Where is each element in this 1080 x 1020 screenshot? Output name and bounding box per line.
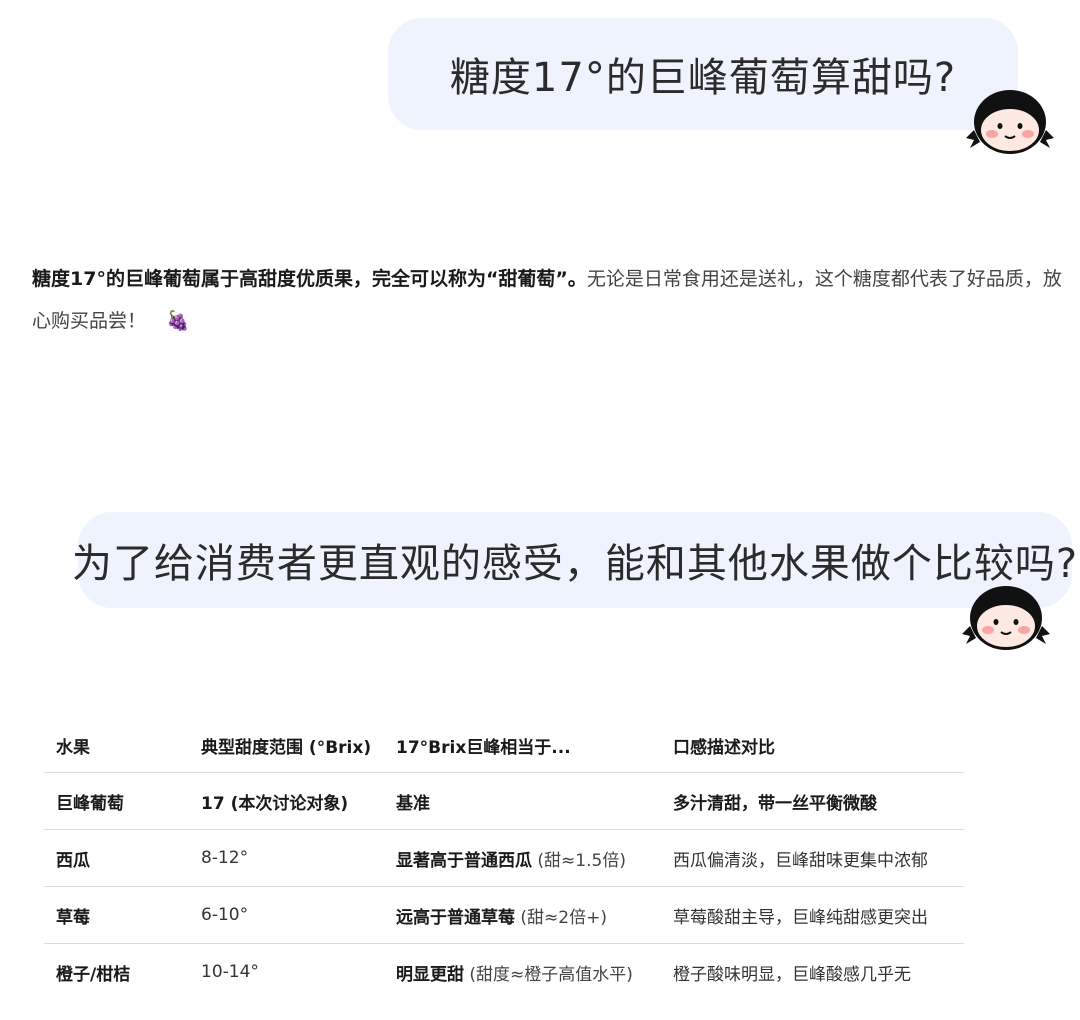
cell-equiv-bold: 基准 [396, 793, 430, 814]
table-row: 西瓜 8-12° 显著高于普通西瓜 (甜≈1.5倍) 西瓜偏清淡，巨峰甜味更集中… [44, 829, 964, 887]
cell-fruit: 巨峰葡萄 [44, 772, 189, 830]
cell-fruit: 橙子/柑桔 [44, 943, 189, 1000]
header-desc: 口感描述对比 [673, 737, 775, 758]
cell-range: 8-12° [189, 829, 384, 887]
cell-equiv-bold: 明显更甜 [396, 964, 464, 985]
cell-equiv-bold: 远高于普通草莓 [396, 907, 515, 928]
cell-range: 17 (本次讨论对象) [189, 772, 384, 830]
cell-desc: 多汁清甜，带一丝平衡微酸 [661, 772, 964, 830]
assistant-answer: 糖度17°的巨峰葡萄属于高甜度优质果，完全可以称为“甜葡萄”。无论是日常食用还是… [32, 258, 1062, 342]
table-header-row: 水果 典型甜度范围 (°Brix) 17°Brix巨峰相当于... 口感描述对比 [44, 718, 964, 773]
cell-desc: 西瓜偏清淡，巨峰甜味更集中浓郁 [661, 829, 964, 887]
cell-equiv-note: (甜≈2倍+) [515, 907, 607, 928]
fruit-comparison-table: 水果 典型甜度范围 (°Brix) 17°Brix巨峰相当于... 口感描述对比… [44, 718, 964, 1000]
user-message-bubble-2: 为了给消费者更直观的感受，能和其他水果做个比较吗? [72, 512, 1077, 608]
table-row: 橙子/柑桔 10-14° 明显更甜 (甜度≈橙子高值水平) 橙子酸味明显，巨峰酸… [44, 943, 964, 1000]
user-message-text-2: 为了给消费者更直观的感受，能和其他水果做个比较吗? [71, 541, 1079, 587]
cell-fruit: 草莓 [44, 886, 189, 944]
cell-equiv: 基准 [384, 772, 661, 830]
header-range: 典型甜度范围 (°Brix) [201, 737, 372, 758]
header-fruit: 水果 [56, 737, 90, 758]
cell-desc: 橙子酸味明显，巨峰酸感几乎无 [661, 943, 964, 1000]
user-avatar-icon [962, 586, 1050, 650]
user-message-bubble-1: 糖度17°的巨峰葡萄算甜吗? [388, 18, 1018, 130]
cell-desc: 草莓酸甜主导，巨峰纯甜感更突出 [661, 886, 964, 944]
cell-equiv: 远高于普通草莓 (甜≈2倍+) [384, 886, 661, 944]
cell-equiv-bold: 显著高于普通西瓜 [396, 850, 532, 871]
cell-range: 6-10° [189, 886, 384, 944]
cell-equiv: 显著高于普通西瓜 (甜≈1.5倍) [384, 829, 661, 887]
cell-fruit: 西瓜 [44, 829, 189, 887]
answer-bold-text: 糖度17°的巨峰葡萄属于高甜度优质果，完全可以称为“甜葡萄”。 [32, 268, 587, 290]
grape-emoji-icon: 🍇 [166, 310, 190, 332]
cell-range: 10-14° [189, 943, 384, 1000]
header-equiv: 17°Brix巨峰相当于... [396, 737, 571, 758]
user-avatar-icon [966, 90, 1054, 154]
cell-equiv-note: (甜≈1.5倍) [532, 850, 626, 871]
user-message-text-1: 糖度17°的巨峰葡萄算甜吗? [449, 55, 957, 101]
cell-equiv: 明显更甜 (甜度≈橙子高值水平) [384, 943, 661, 1000]
table-row: 巨峰葡萄 17 (本次讨论对象) 基准 多汁清甜，带一丝平衡微酸 [44, 772, 964, 830]
cell-equiv-note: (甜度≈橙子高值水平) [464, 964, 633, 985]
table-row: 草莓 6-10° 远高于普通草莓 (甜≈2倍+) 草莓酸甜主导，巨峰纯甜感更突出 [44, 886, 964, 944]
